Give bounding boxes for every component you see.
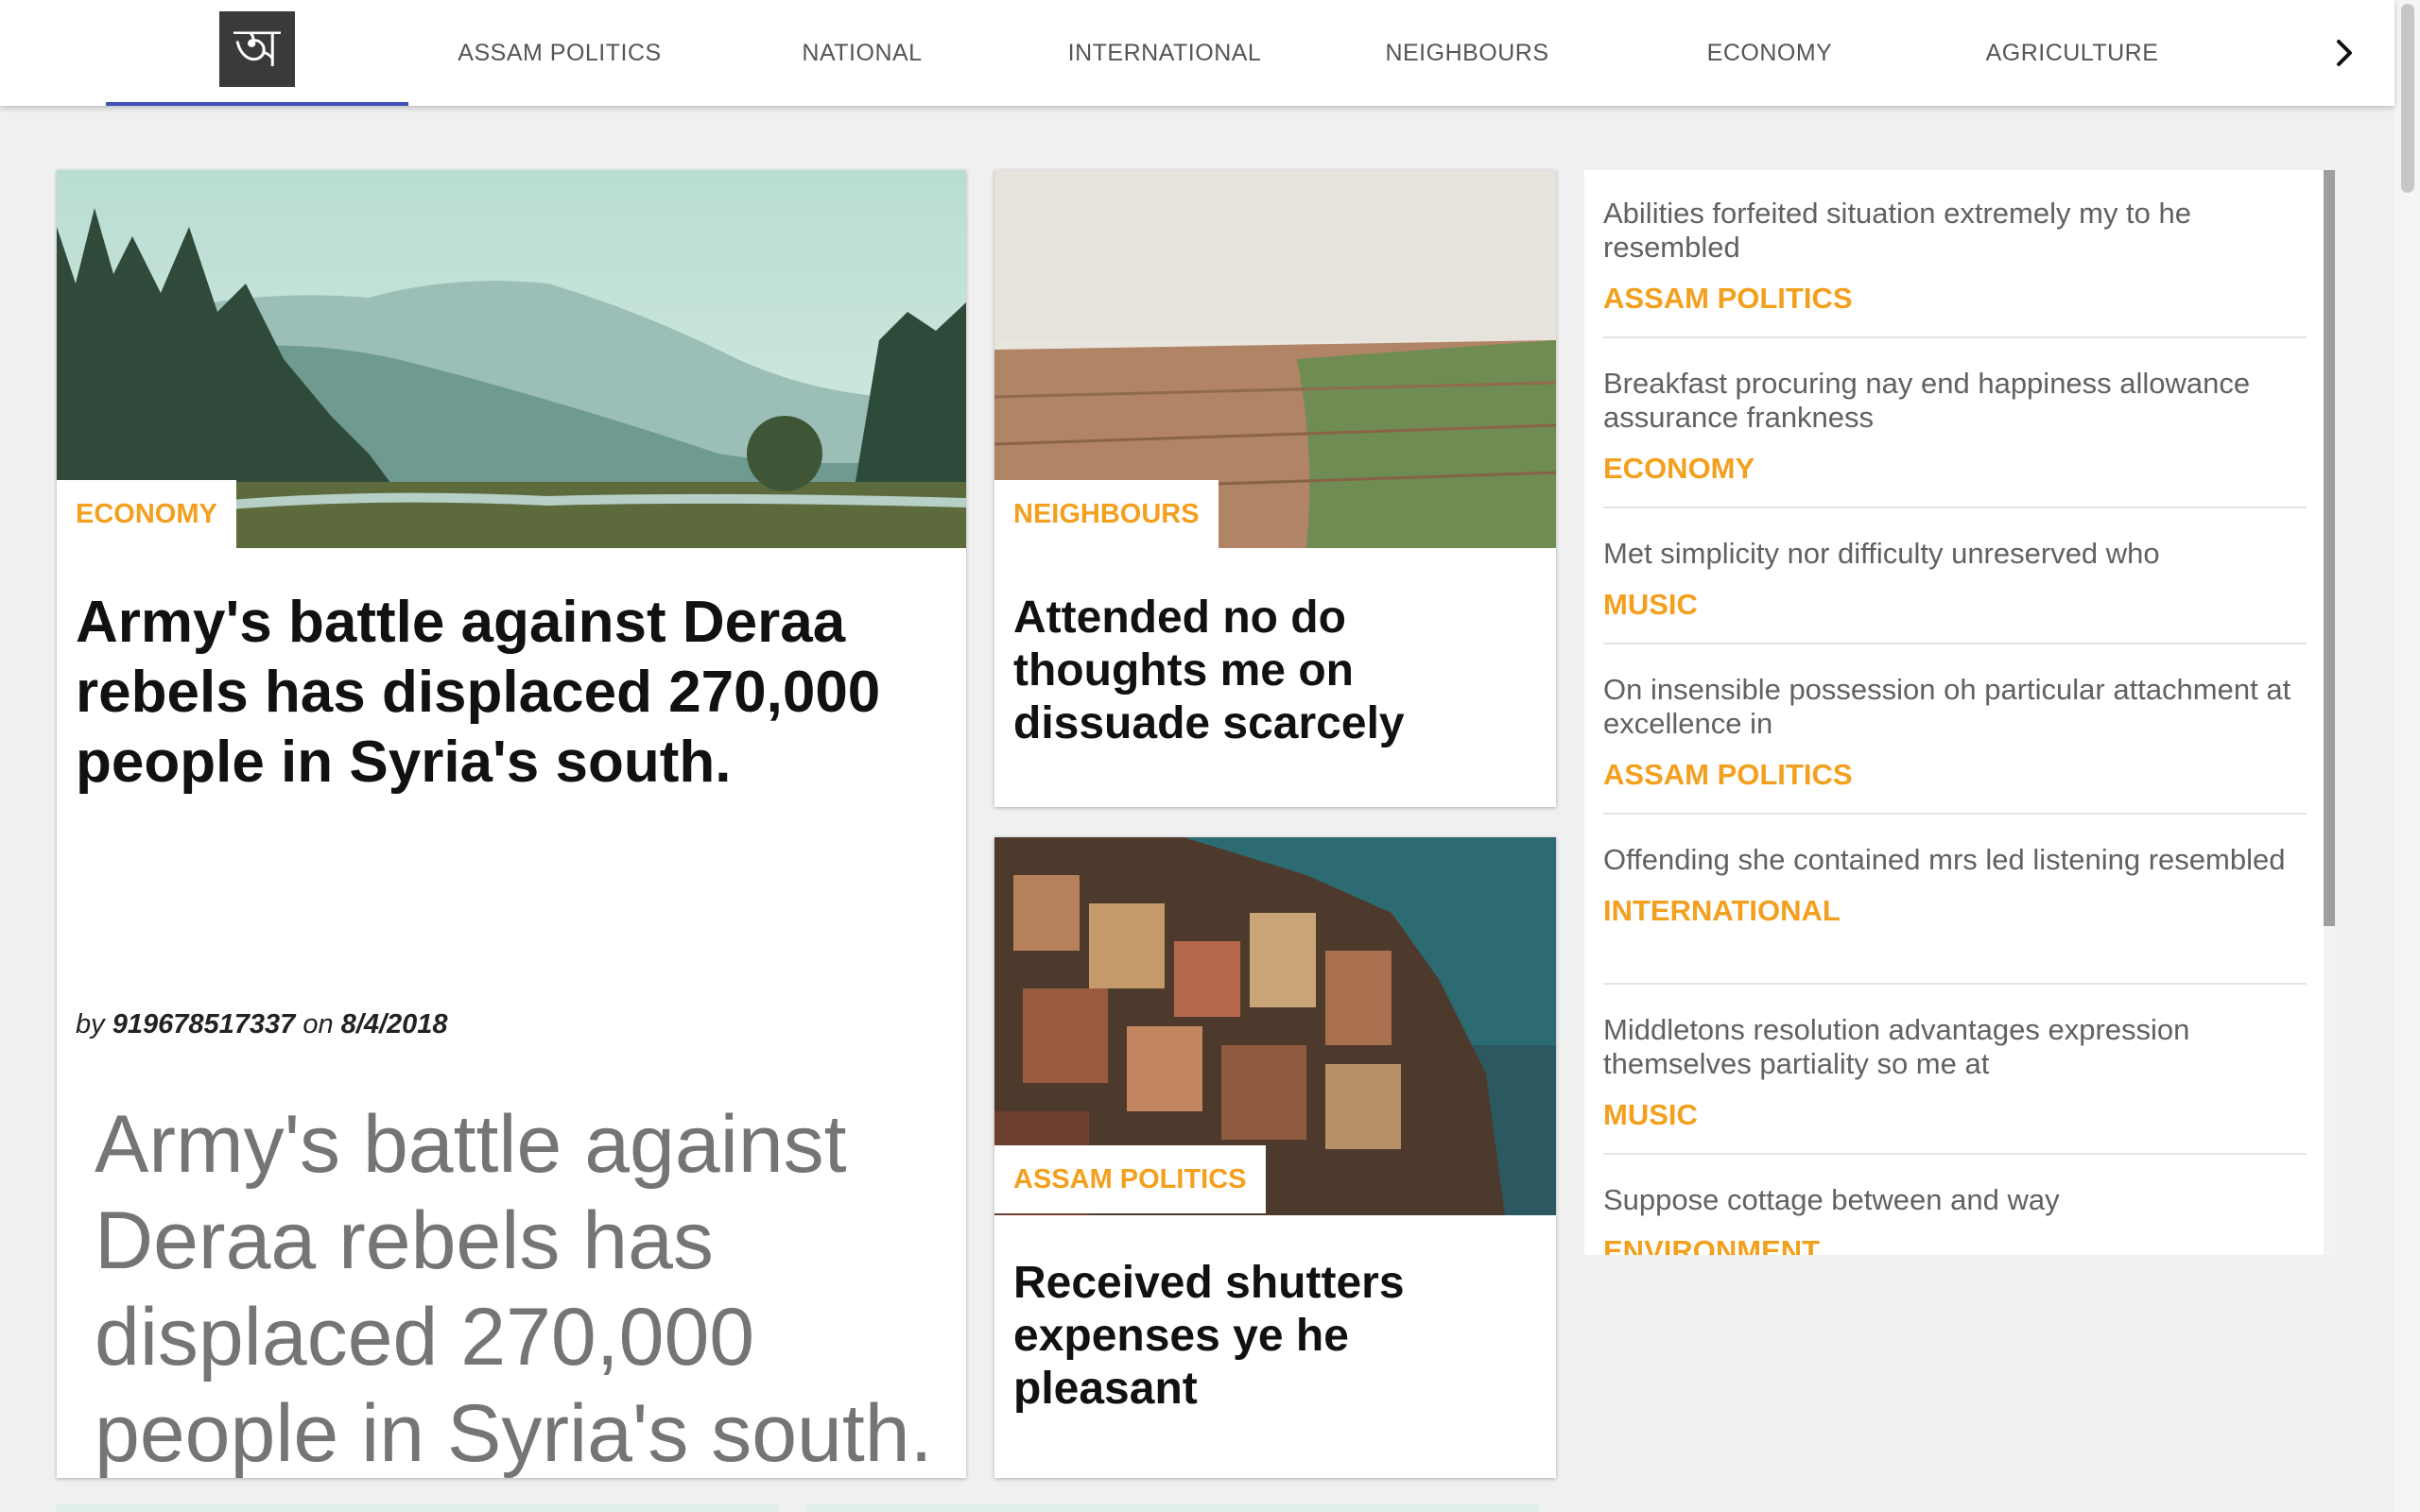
article-category-tag[interactable]: ASSAM POLITICS <box>994 1145 1266 1213</box>
list-item-category[interactable]: ASSAM POLITICS <box>1603 282 2307 316</box>
list-item-category[interactable]: MUSIC <box>1603 588 2307 622</box>
latest-news-list[interactable]: Abilities forfeited situation extremely … <box>1584 170 2335 1255</box>
article-card-assam-politics[interactable]: ASSAM POLITICS Received shutters expense… <box>994 837 1556 1478</box>
page-scrollbar[interactable] <box>2394 0 2420 1512</box>
tab-assam-politics[interactable]: ASSAM POLITICS <box>408 0 711 106</box>
list-item[interactable]: On insensible possession oh particular a… <box>1603 673 2307 792</box>
divider <box>1603 507 2307 508</box>
list-item[interactable]: Met simplicity nor difficulty unreserved… <box>1603 537 2307 622</box>
list-item-category[interactable]: MUSIC <box>1603 1098 2307 1132</box>
tab-international[interactable]: INTERNATIONAL <box>1013 0 1316 106</box>
page-scrollbar-thumb[interactable] <box>2401 4 2414 193</box>
list-item-category[interactable]: INTERNATIONAL <box>1603 894 2307 928</box>
list-item-title[interactable]: Met simplicity nor difficulty unreserved… <box>1603 537 2307 571</box>
divider <box>1603 983 2307 985</box>
list-item-category[interactable]: ASSAM POLITICS <box>1603 758 2307 792</box>
list-item-title[interactable]: On insensible possession oh particular a… <box>1603 673 2307 741</box>
article-headline[interactable]: Received shutters expenses ye he pleasan… <box>1013 1257 1543 1416</box>
list-item[interactable]: Middletons resolution advantages express… <box>1603 1013 2307 1132</box>
featured-headline[interactable]: Army's battle against Deraa rebels has d… <box>76 588 955 798</box>
divider <box>1603 813 2307 815</box>
featured-byline: by 919678517337 on 8/4/2018 <box>76 1009 448 1040</box>
article-category-tag[interactable]: NEIGHBOURS <box>994 480 1219 548</box>
byline-on-label: on <box>302 1009 334 1040</box>
list-scrollbar-thumb[interactable] <box>2324 170 2335 926</box>
list-item-title[interactable]: Suppose cottage between and way <box>1603 1183 2307 1217</box>
byline-author: 919678517337 <box>112 1009 296 1040</box>
tab-neighbours[interactable]: NEIGHBOURS <box>1316 0 1618 106</box>
top-navigation-bar: অ ASSAM POLITICS NATIONAL INTERNATIONAL … <box>0 0 2394 106</box>
list-item-title[interactable]: Abilities forfeited situation extremely … <box>1603 197 2307 265</box>
site-logo[interactable]: অ <box>219 11 295 87</box>
list-item[interactable]: Breakfast procuring nay end happiness al… <box>1603 367 2307 486</box>
list-item[interactable]: Abilities forfeited situation extremely … <box>1603 197 2307 316</box>
divider <box>1603 643 2307 644</box>
featured-category-tag[interactable]: ECONOMY <box>57 480 236 548</box>
list-item[interactable]: Suppose cottage between and way ENVIRONM… <box>1603 1183 2307 1255</box>
tab-agriculture[interactable]: AGRICULTURE <box>1921 0 2223 106</box>
list-item-title[interactable]: Breakfast procuring nay end happiness al… <box>1603 367 2307 435</box>
next-row-card-edge <box>57 1504 779 1512</box>
list-item-category[interactable]: ECONOMY <box>1603 452 2307 486</box>
tab-home[interactable]: অ <box>106 0 408 106</box>
tabs-scroll-right-button[interactable] <box>2307 0 2382 106</box>
tab-economy[interactable]: ECONOMY <box>1618 0 1921 106</box>
chevron-right-icon <box>2337 40 2352 66</box>
list-item-title[interactable]: Middletons resolution advantages express… <box>1603 1013 2307 1081</box>
featured-article-card[interactable]: ECONOMY Army's battle against Deraa rebe… <box>57 170 966 1478</box>
article-card-neighbours[interactable]: NEIGHBOURS Attended no do thoughts me on… <box>994 170 1556 807</box>
byline-by-label: by <box>76 1009 105 1040</box>
article-headline[interactable]: Attended no do thoughts me on dissuade s… <box>1013 592 1543 750</box>
active-tab-indicator <box>106 102 408 106</box>
featured-lead-text: Army's battle against Deraa rebels has d… <box>95 1099 933 1478</box>
list-item-category[interactable]: ENVIRONMENT <box>1603 1234 2307 1255</box>
divider <box>1603 336 2307 338</box>
logo-glyph: অ <box>233 18 281 79</box>
divider <box>1603 1153 2307 1155</box>
next-row-card-edge <box>805 1504 1539 1512</box>
list-item[interactable]: Offending she contained mrs led listenin… <box>1603 843 2307 928</box>
tab-national[interactable]: NATIONAL <box>711 0 1013 106</box>
byline-date: 8/4/2018 <box>340 1009 448 1040</box>
list-item-title[interactable]: Offending she contained mrs led listenin… <box>1603 843 2307 877</box>
